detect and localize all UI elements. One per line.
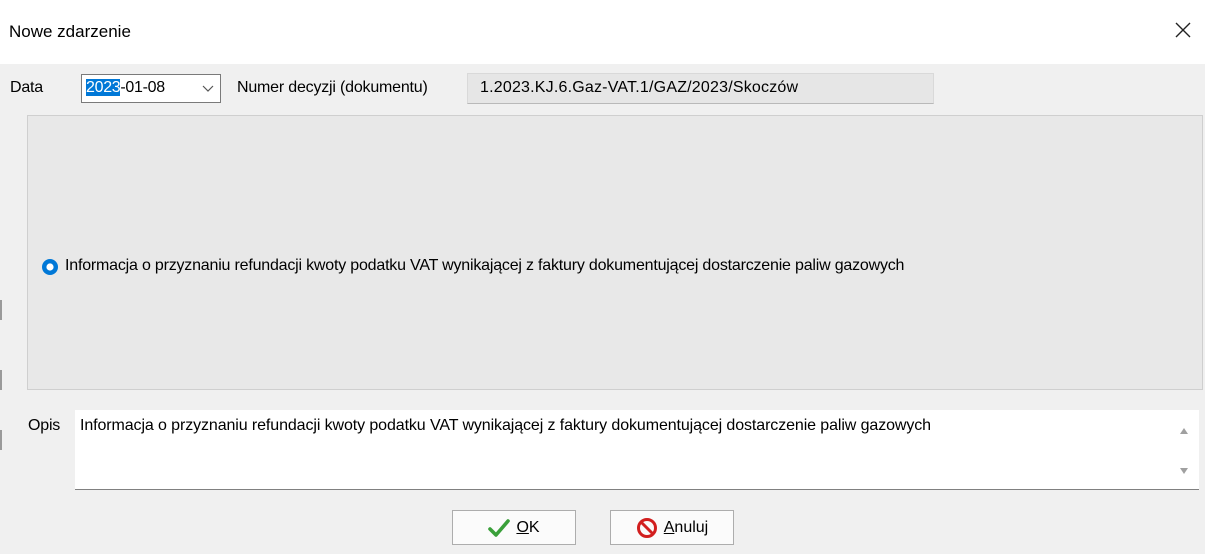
window-edge bbox=[0, 300, 2, 320]
checkmark-icon bbox=[488, 518, 511, 537]
decision-number-field[interactable]: 1.2023.KJ.6.Gaz-VAT.1/GAZ/2023/Skoczów bbox=[467, 73, 934, 104]
date-value[interactable]: 2023-01-08 bbox=[86, 79, 165, 97]
scroll-down-icon[interactable] bbox=[1179, 466, 1189, 476]
chevron-down-icon[interactable] bbox=[196, 75, 220, 102]
event-type-group bbox=[27, 115, 1203, 390]
date-month-day[interactable]: -01-08 bbox=[120, 79, 165, 96]
date-year-selected[interactable]: 2023 bbox=[86, 79, 121, 96]
dialog-window: Nowe zdarzenie Data 2023-01-08 Numer dec… bbox=[0, 0, 1205, 554]
window-edge bbox=[0, 430, 2, 450]
radio-button-selected[interactable] bbox=[41, 258, 59, 276]
title-bar: Nowe zdarzenie bbox=[0, 0, 1205, 64]
description-textarea[interactable]: Informacja o przyznaniu refundacji kwoty… bbox=[75, 410, 1199, 490]
description-text[interactable]: Informacja o przyznaniu refundacji kwoty… bbox=[80, 417, 931, 435]
ok-button-label: OK bbox=[516, 518, 540, 536]
date-picker[interactable]: 2023-01-08 bbox=[81, 74, 221, 103]
radio-label[interactable]: Informacja o przyznaniu refundacji kwoty… bbox=[65, 257, 904, 275]
decision-number-label: Numer decyzji (dokumentu) bbox=[237, 79, 428, 96]
window-edge bbox=[0, 370, 2, 390]
cancel-button[interactable]: Anuluj bbox=[610, 510, 734, 545]
cancel-icon bbox=[636, 517, 657, 538]
scroll-up-icon[interactable] bbox=[1179, 426, 1189, 436]
description-label: Opis bbox=[28, 417, 61, 434]
date-label: Data bbox=[10, 79, 43, 96]
window-title: Nowe zdarzenie bbox=[9, 22, 131, 41]
cancel-button-label: Anuluj bbox=[663, 518, 709, 536]
close-button[interactable] bbox=[1161, 10, 1205, 50]
close-icon bbox=[1175, 22, 1191, 38]
ok-button[interactable]: OK bbox=[452, 510, 576, 545]
